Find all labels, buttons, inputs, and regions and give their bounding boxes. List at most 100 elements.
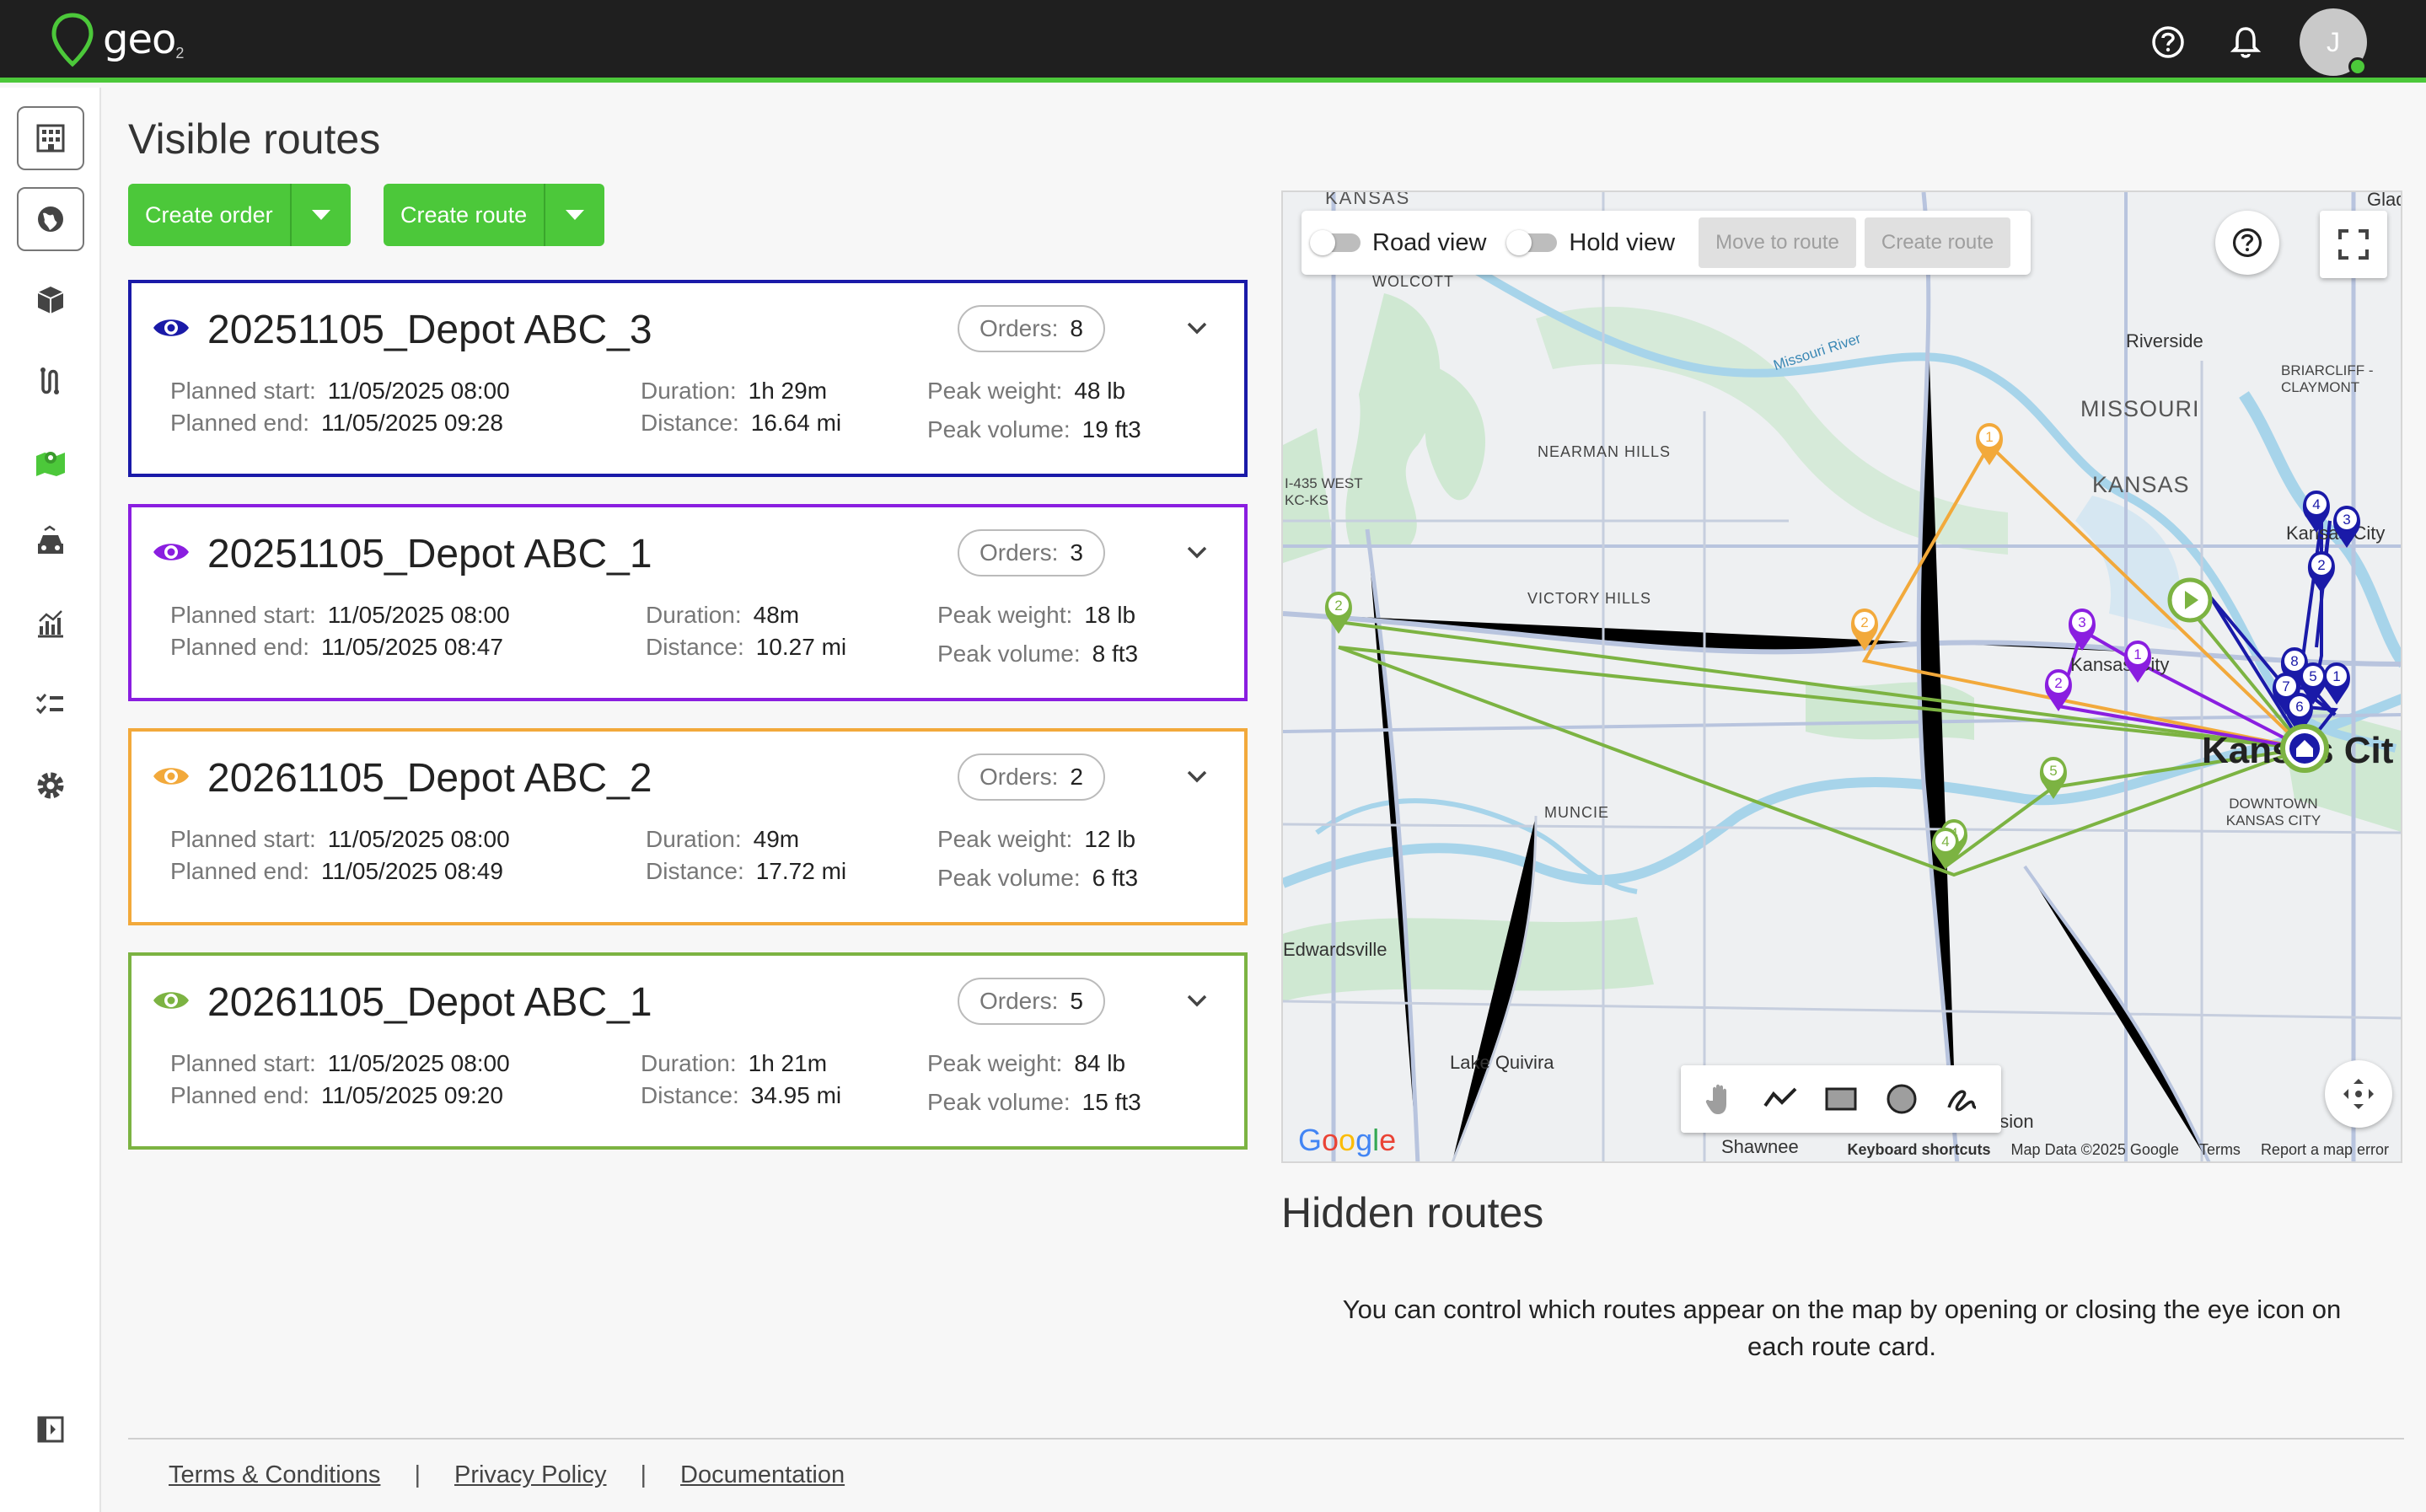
circle-icon[interactable] — [1883, 1080, 1920, 1118]
hold-view-label: Hold view — [1569, 228, 1676, 256]
route-stop-marker[interactable]: 1 — [2318, 659, 2355, 706]
help-icon[interactable] — [2150, 24, 2187, 61]
terms-link[interactable]: Terms & Conditions — [169, 1461, 380, 1489]
svg-text:3: 3 — [2343, 512, 2350, 528]
route-stop-marker[interactable]: 2 — [1846, 605, 1883, 652]
report-map-error-link[interactable]: Report a map error — [2261, 1141, 2389, 1159]
route-stop-marker[interactable]: 1 — [1971, 420, 2008, 467]
duration-label: Duration: — [641, 1050, 737, 1076]
eye-icon[interactable] — [152, 764, 191, 789]
depot-home-icon[interactable] — [2278, 721, 2332, 775]
route-stop-marker[interactable]: 5 — [2035, 753, 2072, 801]
peak-weight-value: 48 lb — [1074, 378, 1126, 404]
orders-badge: Orders: 5 — [958, 978, 1105, 1025]
keyboard-shortcuts-link[interactable]: Keyboard shortcuts — [1848, 1141, 1991, 1159]
peak-weight: Peak weight: 18 lb — [937, 602, 1135, 629]
route-icon — [40, 367, 59, 394]
move-to-route-button[interactable]: Move to route — [1699, 217, 1856, 268]
map-create-route-button[interactable]: Create route — [1864, 217, 2011, 268]
orders-label: Orders: — [980, 764, 1059, 790]
create-route-split-button: Create route — [384, 184, 605, 246]
footer: Terms & Conditions | Privacy Policy | Do… — [169, 1461, 845, 1489]
sidebar-collapse[interactable] — [17, 1397, 84, 1461]
sidebar-item-tasks[interactable] — [17, 673, 84, 737]
eye-icon[interactable] — [152, 988, 191, 1013]
map-label: VICTORY HILLS — [1527, 590, 1652, 607]
route-card[interactable]: 20261105_Depot ABC_2 Orders: 2 Planned star… — [128, 728, 1248, 925]
hold-view-switch[interactable] — [1506, 230, 1558, 255]
building-icon — [36, 124, 65, 153]
svg-text:5: 5 — [2049, 763, 2057, 779]
route-stop-marker[interactable]: 2 — [2303, 548, 2340, 595]
peak-weight: Peak weight: 84 lb — [927, 1050, 1125, 1077]
privacy-link[interactable]: Privacy Policy — [454, 1461, 607, 1489]
recenter-icon — [2343, 1079, 2374, 1109]
create-order-dropdown[interactable] — [292, 184, 351, 246]
route-card[interactable]: 20251105_Depot ABC_1 Orders: 3 Planned star… — [128, 504, 1248, 701]
sidebar-item-map[interactable] — [17, 430, 84, 494]
documentation-link[interactable]: Documentation — [680, 1461, 845, 1489]
chevron-down-icon[interactable] — [1185, 320, 1209, 337]
map-help-button[interactable] — [2215, 211, 2279, 275]
chevron-down-icon[interactable] — [1185, 993, 1209, 1010]
polyline-icon[interactable] — [1762, 1080, 1799, 1118]
road-view-toggle[interactable]: Road view — [1310, 229, 1486, 257]
sidebar — [0, 88, 101, 1512]
route-stop-marker[interactable]: 3 — [2328, 502, 2365, 550]
fullscreen-icon — [2338, 229, 2369, 260]
peak-volume: Peak volume: 8 ft3 — [937, 641, 1138, 668]
route-stop-marker[interactable]: 4 — [1927, 824, 1964, 871]
rectangle-icon[interactable] — [1822, 1080, 1860, 1118]
sidebar-item-globe[interactable] — [17, 187, 84, 251]
hidden-routes-title: Hidden routes — [1281, 1189, 1544, 1236]
map-label: BRIARCLIFF - CLAYMONT — [2281, 362, 2374, 395]
eye-icon[interactable] — [152, 315, 191, 340]
planned-start-label: Planned start: — [170, 602, 316, 628]
map-label: DOWNTOWN KANSAS CITY — [2225, 796, 2321, 828]
peak-volume-value: 19 ft3 — [1082, 416, 1141, 442]
sidebar-item-vehicles[interactable] — [17, 511, 84, 575]
planned-start: Planned start: 11/05/2025 08:00 — [170, 378, 510, 405]
planned-end-value: 11/05/2025 08:49 — [321, 858, 503, 884]
route-stop-marker[interactable]: 2 — [1320, 588, 1357, 635]
freehand-icon[interactable] — [1944, 1080, 1981, 1118]
planned-start-value: 11/05/2025 08:00 — [327, 1050, 510, 1076]
planned-end-label: Planned end: — [170, 634, 310, 660]
map-terms-link[interactable]: Terms — [2199, 1141, 2241, 1159]
sidebar-item-orders[interactable] — [17, 268, 84, 332]
sidebar-item-analytics[interactable] — [17, 592, 84, 656]
route-card[interactable]: 20261105_Depot ABC_1 Orders: 5 Planned star… — [128, 952, 1248, 1150]
planned-end-label: Planned end: — [170, 858, 310, 884]
sidebar-item-routes[interactable] — [17, 349, 84, 413]
fullscreen-button[interactable] — [2320, 211, 2387, 278]
sidebar-item-settings[interactable] — [17, 753, 84, 818]
planned-start-label: Planned start: — [170, 826, 316, 852]
orders-count: 2 — [1070, 764, 1083, 790]
road-view-switch[interactable] — [1310, 230, 1361, 255]
eye-icon[interactable] — [152, 539, 191, 565]
duration: Duration: 49m — [646, 826, 799, 853]
route-map[interactable]: KANSAS WOLCOTT Riverside BRIARCLIFF - CL… — [1281, 190, 2402, 1163]
hand-icon[interactable] — [1701, 1080, 1738, 1118]
peak-weight-label: Peak weight: — [927, 378, 1063, 404]
peak-weight: Peak weight: 48 lb — [927, 378, 1125, 405]
planned-start-label: Planned start: — [170, 1050, 316, 1076]
recenter-button[interactable] — [2325, 1060, 2392, 1128]
create-route-button[interactable]: Create route — [384, 184, 546, 246]
sidebar-item-dashboard[interactable] — [17, 106, 84, 170]
route-card[interactable]: 20251105_Depot ABC_3 Orders: 8 Planned star… — [128, 280, 1248, 477]
create-order-button[interactable]: Create order — [128, 184, 292, 246]
route-stop-marker[interactable]: 1 — [2119, 637, 2156, 684]
chevron-down-icon[interactable] — [1185, 769, 1209, 785]
orders-label: Orders: — [980, 988, 1059, 1014]
route-start-icon[interactable] — [2165, 575, 2215, 625]
logo[interactable]: geo 2 — [49, 12, 184, 67]
route-stop-marker[interactable]: 3 — [2064, 605, 2101, 652]
create-route-dropdown[interactable] — [545, 184, 604, 246]
route-stop-marker[interactable]: 2 — [2040, 666, 2077, 713]
bell-icon[interactable] — [2227, 24, 2264, 61]
top-bar: geo 2 J — [0, 0, 2426, 83]
chevron-down-icon[interactable] — [1185, 544, 1209, 561]
orders-count: 8 — [1070, 315, 1083, 341]
hold-view-toggle[interactable]: Hold view — [1506, 228, 1676, 257]
